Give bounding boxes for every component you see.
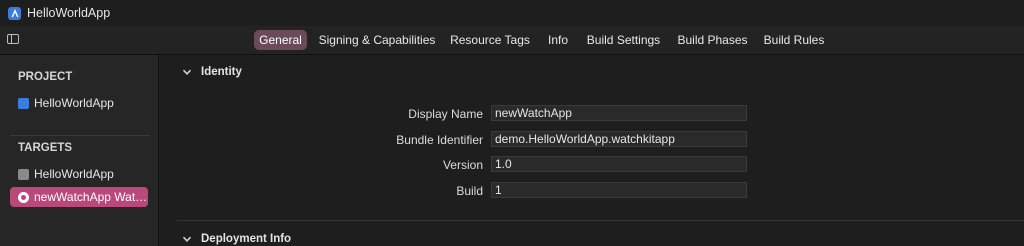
sidebar-divider [10,135,150,136]
target-item-label: newWatchApp Watc... [34,190,148,204]
tab-signing-capabilities[interactable]: Signing & Capabilities [316,30,438,50]
display-name-field[interactable] [491,105,747,121]
identity-heading: Identity [201,66,242,78]
deployment-info-section-header[interactable]: Deployment Info [181,233,291,245]
section-divider [177,220,1024,221]
tab-general[interactable]: General [254,30,307,50]
tab-resource-tags[interactable]: Resource Tags [448,30,532,50]
targets-heading: TARGETS [18,142,73,154]
target-item-label: HelloWorldApp [34,167,114,181]
general-settings-editor: Identity Display Name Bundle Identifier … [159,55,1024,246]
project-navigator: PROJECT HelloWorldApp TARGETS HelloWorld… [0,55,159,246]
display-name-label: Display Name [408,107,483,121]
title-bar: HelloWorldApp [0,0,1024,26]
build-label: Build [456,184,483,198]
project-item[interactable]: HelloWorldApp [10,93,148,113]
app-target-icon [18,168,29,180]
project-icon [18,97,29,109]
version-label: Version [442,158,483,172]
app-icon [8,6,21,20]
version-field[interactable] [491,156,747,172]
bundle-identifier-label: Bundle Identifier [396,133,483,147]
tab-info[interactable]: Info [543,30,573,50]
build-field[interactable] [491,182,747,198]
project-heading: PROJECT [18,71,73,83]
tab-build-phases[interactable]: Build Phases [674,30,751,50]
chevron-down-icon [182,236,192,242]
editor-tab-bar: General Signing & Capabilities Resource … [0,26,1024,55]
tab-build-rules[interactable]: Build Rules [761,30,827,50]
window-title: HelloWorldApp [27,6,111,20]
deployment-info-heading: Deployment Info [201,233,292,245]
identity-section-header[interactable]: Identity [181,66,242,78]
watch-target-icon [18,191,29,203]
target-item-newwatchapp[interactable]: newWatchApp Watc... [10,187,148,207]
project-item-label: HelloWorldApp [34,96,114,110]
target-item-helloworldapp[interactable]: HelloWorldApp [10,164,148,184]
tabs: General Signing & Capabilities Resource … [0,26,1024,54]
tab-build-settings[interactable]: Build Settings [583,30,664,50]
bundle-identifier-field[interactable] [491,131,747,147]
chevron-down-icon [182,69,192,75]
